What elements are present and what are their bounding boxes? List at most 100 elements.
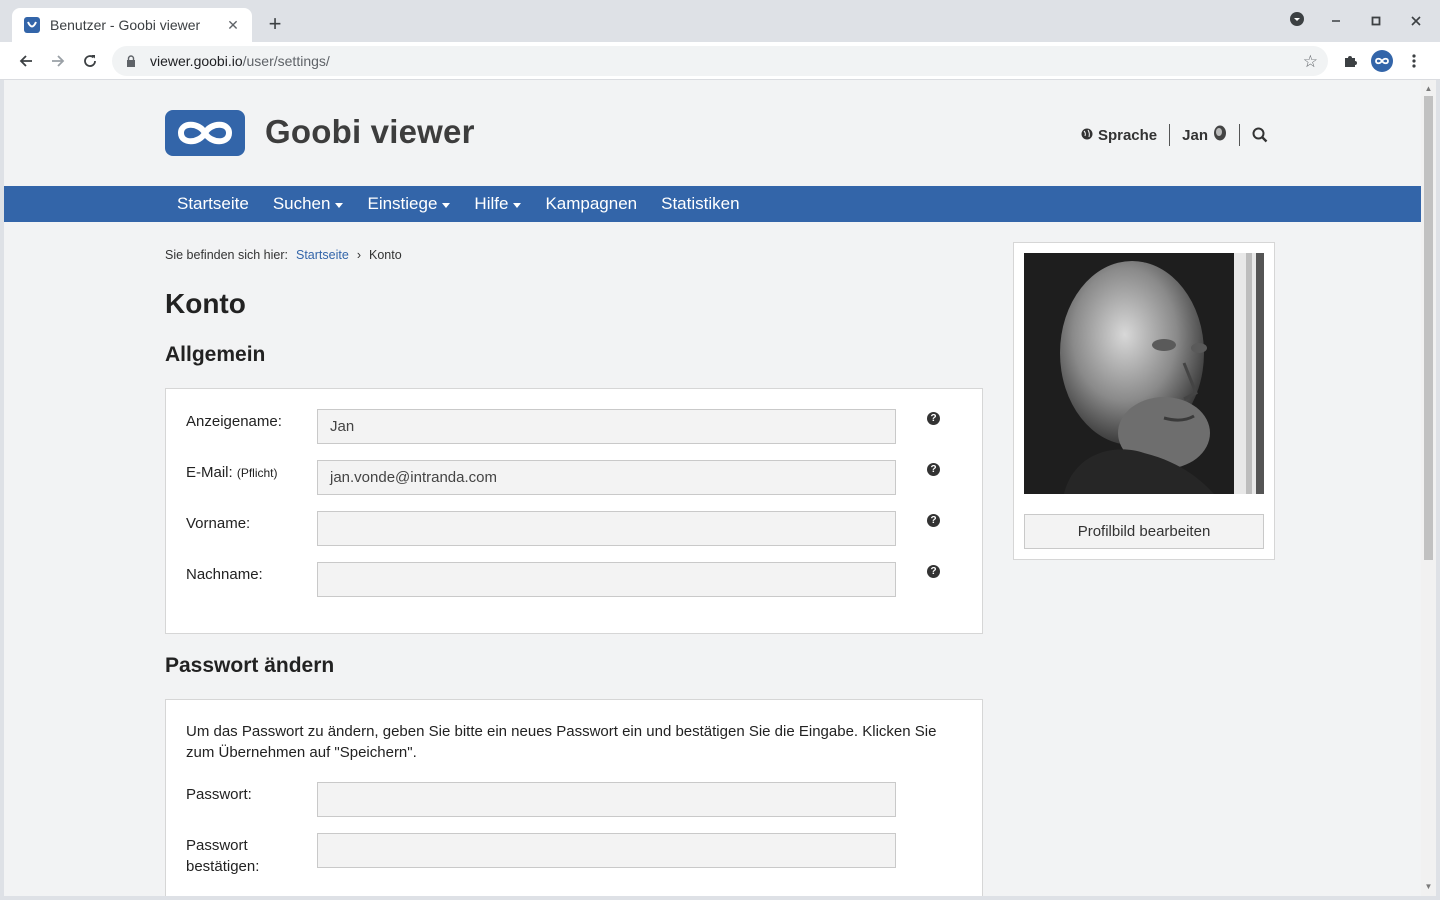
- forward-icon[interactable]: [44, 47, 72, 75]
- page-scrollbar[interactable]: ▲ ▼: [1421, 80, 1436, 896]
- breadcrumb: Sie befinden sich hier: Startseite › Kon…: [165, 248, 402, 262]
- reload-icon[interactable]: [76, 47, 104, 75]
- caret-down-icon: [513, 202, 522, 208]
- url-path: /user/settings/: [242, 53, 330, 69]
- nav-label: Statistiken: [661, 194, 740, 213]
- password-label: Passwort:: [186, 786, 252, 803]
- extensions-puzzle-icon[interactable]: [1337, 48, 1363, 74]
- search-icon[interactable]: [1252, 127, 1268, 143]
- back-icon[interactable]: [12, 47, 40, 75]
- password-panel: Um das Passwort zu ändern, geben Sie bit…: [165, 699, 983, 896]
- scrollbar-thumb[interactable]: [1424, 96, 1433, 560]
- last-name-label-text: Nachname:: [186, 566, 263, 583]
- close-window-icon[interactable]: [1401, 10, 1431, 34]
- profile-picture-card: Profilbild bearbeiten: [1013, 242, 1275, 560]
- email-label: E-Mail: (Pflicht): [186, 462, 306, 484]
- profile-picture: [1024, 253, 1264, 494]
- browser-menu-icon[interactable]: [1401, 48, 1427, 74]
- tab-title: Benutzer - Goobi viewer: [50, 17, 201, 33]
- password-heading: Passwort ändern: [165, 654, 335, 677]
- display-name-input[interactable]: Jan: [317, 409, 896, 444]
- form-row-password: Passwort:: [186, 782, 962, 818]
- nav-label: Kampagnen: [545, 194, 638, 213]
- general-heading: Allgemein: [165, 343, 266, 366]
- first-name-label: Vorname:: [186, 513, 306, 534]
- password-confirm-label-line1: Passwort: [186, 837, 248, 854]
- address-bar[interactable]: viewer.goobi.io/user/settings/ ☆: [112, 46, 1328, 76]
- help-icon[interactable]: ?: [927, 463, 940, 476]
- breadcrumb-current: Konto: [368, 248, 402, 262]
- browser-chrome: Benutzer - Goobi viewer ✕ + viewer.goobi…: [0, 0, 1440, 80]
- first-name-label-text: Vorname:: [186, 515, 251, 532]
- breadcrumb-separator: ›: [356, 248, 361, 262]
- nav-item-einstiege[interactable]: Einstiege: [367, 194, 451, 214]
- browser-toolbar: viewer.goobi.io/user/settings/ ☆: [0, 42, 1440, 80]
- breadcrumb-home-link[interactable]: Startseite: [296, 248, 349, 262]
- form-row-email: E-Mail: (Pflicht) jan.vonde@intranda.com…: [186, 460, 962, 496]
- nav-item-kampagnen[interactable]: Kampagnen: [545, 194, 637, 214]
- breadcrumb-prefix: Sie befinden sich hier:: [165, 248, 288, 262]
- page-viewport: Goobi viewer Sprache Jan Startseite Such…: [4, 80, 1421, 896]
- language-switcher[interactable]: Sprache: [1081, 127, 1157, 144]
- help-icon[interactable]: ?: [927, 514, 940, 527]
- url-text: viewer.goobi.io/user/settings/: [150, 53, 330, 69]
- first-name-input[interactable]: [317, 511, 896, 546]
- form-row-last-name: Nachname: ?: [186, 562, 962, 598]
- edit-profile-picture-button[interactable]: Profilbild bearbeiten: [1024, 514, 1264, 549]
- header-divider: [1169, 124, 1171, 146]
- tab-search-icon[interactable]: [1282, 10, 1312, 34]
- nav-label: Hilfe: [474, 194, 509, 213]
- password-input[interactable]: [317, 782, 896, 817]
- window-frame-right: [1436, 80, 1440, 900]
- display-name-label-text: Anzeigename:: [186, 413, 282, 430]
- nav-label: Suchen: [272, 194, 331, 213]
- user-menu[interactable]: Jan: [1182, 125, 1227, 145]
- language-label: Sprache: [1097, 126, 1158, 144]
- scroll-down-icon[interactable]: ▼: [1421, 880, 1436, 894]
- form-row-display-name: Anzeigename: Jan ?: [186, 409, 962, 445]
- display-name-label: Anzeigename:: [186, 411, 306, 432]
- form-row-first-name: Vorname: ?: [186, 511, 962, 547]
- nav-item-statistiken[interactable]: Statistiken: [661, 194, 739, 214]
- scroll-up-icon[interactable]: ▲: [1421, 82, 1436, 96]
- last-name-label: Nachname:: [186, 564, 306, 585]
- password-instructions: Um das Passwort zu ändern, geben Sie bit…: [186, 723, 937, 761]
- tab-close-icon[interactable]: ✕: [224, 17, 242, 34]
- tab-strip: Benutzer - Goobi viewer ✕ +: [0, 0, 1440, 42]
- user-name: Jan: [1182, 126, 1208, 144]
- email-required-note: (Pflicht): [236, 466, 278, 480]
- password-confirm-label-line2: bestätigen:: [186, 858, 260, 875]
- general-panel: Anzeigename: Jan ? E-Mail: (Pflicht) jan…: [165, 388, 983, 634]
- url-host: viewer.goobi.io: [150, 53, 243, 69]
- goobi-favicon-icon: [24, 17, 40, 33]
- help-icon[interactable]: ?: [927, 565, 940, 578]
- nav-item-hilfe[interactable]: Hilfe: [474, 194, 522, 214]
- brand-title[interactable]: Goobi viewer: [265, 113, 475, 151]
- header-divider-2: [1239, 124, 1240, 146]
- maximize-icon[interactable]: [1361, 10, 1391, 34]
- new-tab-button[interactable]: +: [262, 12, 288, 38]
- header-links: Sprache Jan: [1081, 124, 1268, 146]
- nav-label: Startseite: [177, 194, 249, 213]
- last-name-input[interactable]: [317, 562, 896, 597]
- main-navigation: Startseite Suchen Einstiege Hilfe Kampag…: [4, 186, 1421, 222]
- email-input[interactable]: jan.vonde@intranda.com: [317, 460, 896, 495]
- password-confirm-input[interactable]: [317, 833, 896, 868]
- nav-item-suchen[interactable]: Suchen: [273, 194, 344, 214]
- minimize-icon[interactable]: [1321, 10, 1351, 34]
- password-confirm-label: Passwort bestätigen:: [186, 835, 306, 877]
- nav-item-startseite[interactable]: Startseite: [177, 194, 249, 214]
- goobi-logo[interactable]: [165, 110, 245, 156]
- window-frame-bottom: [0, 896, 1440, 900]
- browser-tab[interactable]: Benutzer - Goobi viewer ✕: [12, 8, 252, 42]
- lock-icon: [124, 54, 138, 68]
- user-avatar-icon: [1213, 125, 1227, 145]
- form-row-password-confirm: Passwort bestätigen:: [186, 833, 962, 877]
- caret-down-icon: [442, 202, 451, 208]
- page-title: Konto: [165, 288, 246, 319]
- nav-label: Einstiege: [367, 194, 438, 213]
- help-icon[interactable]: ?: [927, 412, 940, 425]
- globe-icon: [1081, 127, 1093, 144]
- bookmark-star-icon[interactable]: ☆: [1303, 52, 1318, 72]
- goobi-extension-icon[interactable]: [1369, 48, 1395, 74]
